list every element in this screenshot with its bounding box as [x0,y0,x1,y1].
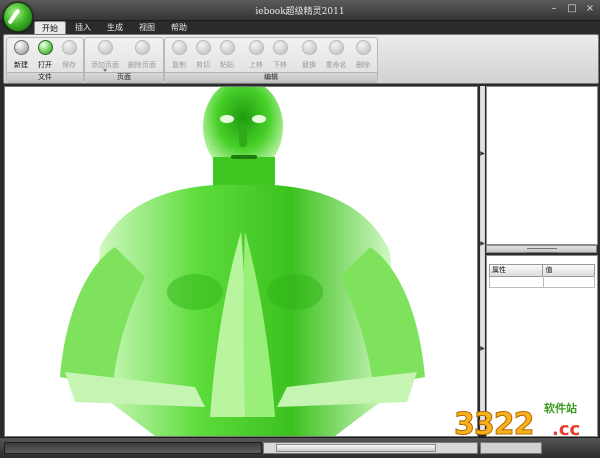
open-icon [37,40,53,55]
minimize-button[interactable]: – [548,3,560,15]
page-list-panel[interactable] [486,86,598,245]
tab-help[interactable]: 帮助 [164,21,194,34]
move-down-label: 下移 [273,61,287,69]
status-text-area [4,442,262,454]
page-group: 添加页面 删除页面 页面 [84,37,164,83]
delete-page-label: 删除页面 [128,61,156,69]
cut-button[interactable]: 剪切 [192,40,214,70]
paste-icon [219,40,235,55]
file-group-label: 文件 [7,72,83,82]
tab-view[interactable]: 视图 [132,21,162,34]
maximize-button[interactable]: □ [566,3,578,15]
watermark-site-name: 软件站 [544,402,577,415]
window-title: iebook超级精灵2011 [255,7,345,17]
window-controls: – □ × [548,3,596,15]
copy-icon [171,40,187,55]
paste-label: 粘贴 [220,61,234,69]
replace-label: 替换 [302,61,316,69]
splitter-grip-icon [527,248,557,253]
copy-button[interactable]: 复制 [168,40,190,70]
save-button[interactable]: 保存 [58,40,80,70]
tab-generate[interactable]: 生成 [100,21,130,34]
save-label: 保存 [62,61,76,69]
move-up-button[interactable]: 上移 [245,40,267,70]
horizontal-scrollbar[interactable] [263,442,478,454]
value-column-header[interactable]: 值 [543,265,594,276]
close-button[interactable]: × [584,3,596,15]
page-canvas[interactable] [4,86,478,437]
rename-icon [328,40,344,55]
add-page-button[interactable]: 添加页面 [91,40,119,70]
copy-label: 复制 [172,61,186,69]
move-up-label: 上移 [249,61,263,69]
property-row[interactable] [489,276,595,288]
expand-right-icon-2[interactable]: ▶ [480,240,485,247]
site-watermark: 软件站 3322 .cc [452,395,598,453]
cut-label: 剪切 [196,61,210,69]
property-column-header[interactable]: 属性 [490,265,544,276]
delete-page-button[interactable]: 删除页面 [127,40,157,70]
scrollbar-thumb[interactable] [276,444,436,452]
replace-icon [301,40,317,55]
panel-splitter[interactable] [486,245,597,253]
rename-button[interactable]: 重命名 [323,40,349,70]
edit-group-label: 编辑 [165,72,377,82]
title-bar: iebook超级精灵2011 – □ × [0,0,600,21]
expand-right-icon-3[interactable]: ▶ [480,345,485,352]
cut-icon [195,40,211,55]
paste-button[interactable]: 粘贴 [216,40,238,70]
expand-right-icon[interactable]: ▶ [480,150,485,157]
delete-icon [355,40,371,55]
watermark-domain: .cc [552,419,581,440]
green-figure-image [60,87,425,436]
delete-label: 删除 [356,61,370,69]
ribbon: 新建 打开 保存 文件 添加页面 删除页面 页面 复制 剪切 粘贴 上移 下移 … [3,34,599,84]
vertical-splitter[interactable] [480,86,485,435]
new-label: 新建 [14,61,28,69]
delete-button[interactable]: 删除 [352,40,374,70]
delete-page-icon [134,40,150,55]
replace-button[interactable]: 替换 [298,40,320,70]
tab-start[interactable]: 开始 [34,21,66,35]
page-group-label: 页面 [85,72,163,82]
ribbon-tabs: 开始 插入 生成 视图 帮助 [34,21,194,35]
tab-insert[interactable]: 插入 [68,21,98,34]
new-icon [13,40,29,55]
open-label: 打开 [38,61,52,69]
new-button[interactable]: 新建 [10,40,32,70]
app-logo-icon[interactable] [3,2,33,32]
save-icon [61,40,77,55]
edit-group: 复制 剪切 粘贴 上移 下移 替换 重命名 删除 编辑 [164,37,378,83]
open-button[interactable]: 打开 [34,40,56,70]
file-group: 新建 打开 保存 文件 [6,37,84,83]
move-down-icon [272,40,288,55]
watermark-number: 3322 [454,407,535,443]
add-page-icon [97,40,113,55]
rename-label: 重命名 [325,61,347,69]
move-up-icon [248,40,264,55]
move-down-button[interactable]: 下移 [269,40,291,70]
